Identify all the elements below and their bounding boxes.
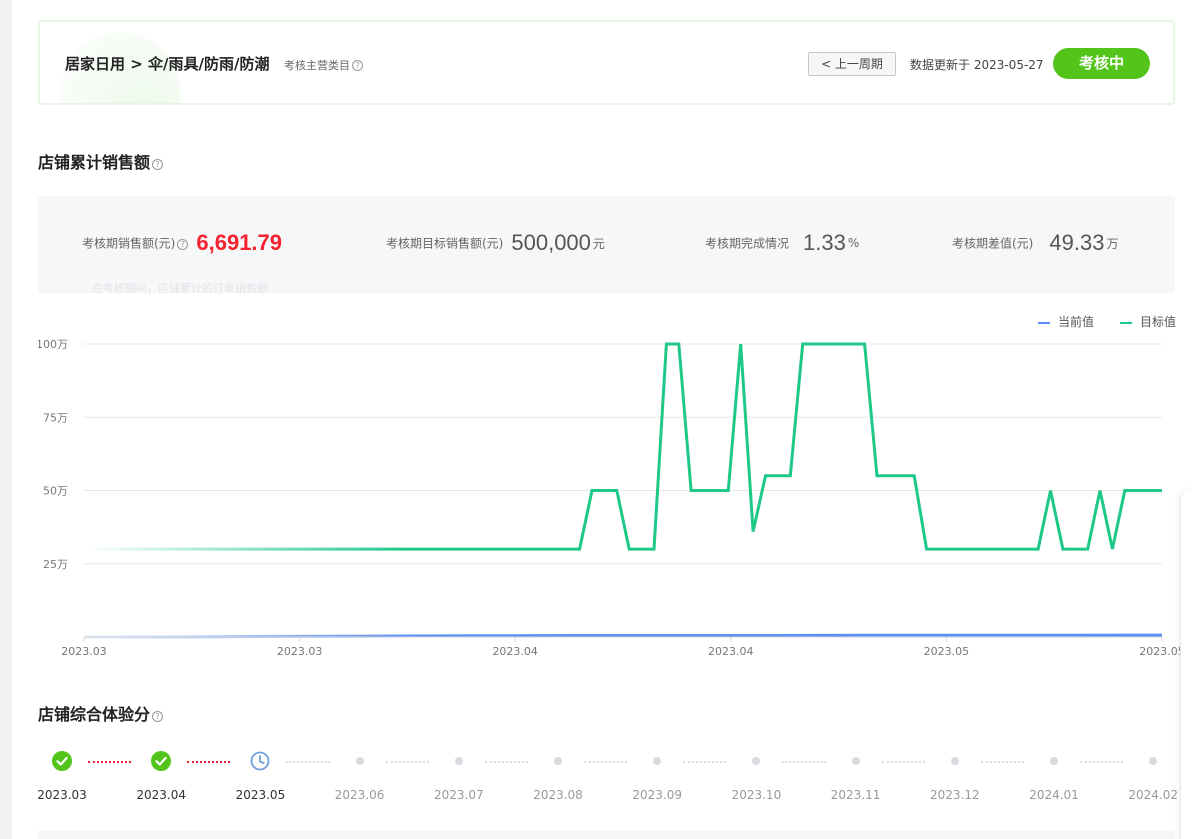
pending-dot-icon <box>950 757 959 765</box>
previous-period-button[interactable]: < 上一周期 <box>808 52 896 76</box>
sales-section-title: 店铺累计销售额? <box>38 149 164 173</box>
timeline-connector <box>980 761 1024 763</box>
pending-dot-icon <box>851 757 860 765</box>
x-tick-label: 2023.03 <box>61 645 107 658</box>
metric-value: 500,000 <box>511 230 591 255</box>
help-icon[interactable]: ? <box>152 159 164 170</box>
y-tick-label: 100万 <box>38 338 68 351</box>
x-tick-label: 2023.04 <box>708 645 754 658</box>
timeline-connector <box>584 761 628 763</box>
metric-gap: 考核期差值(元) 49.33 万 <box>952 230 1118 256</box>
timeline-connector <box>187 761 231 763</box>
metric-period-sales: 考核期销售额(元)? 6,691.79 <box>82 230 282 256</box>
timeline-connector <box>484 761 528 763</box>
y-tick-label: 25万 <box>43 558 68 571</box>
left-rail <box>0 0 12 839</box>
metric-label: 考核期目标销售额(元) <box>386 236 504 251</box>
timeline-month-label: 2023.11 <box>830 788 881 802</box>
data-updated-text: 数据更新于 2023-05-27 <box>910 58 1044 72</box>
pending-dot-icon <box>752 757 761 765</box>
metric-unit: 元 <box>592 236 605 251</box>
sales-note-tooltip: 在考核期间，店铺累计的订单销售额 <box>92 282 268 295</box>
timeline-month-label: 2023.08 <box>533 788 583 802</box>
metric-label: 考核期销售额(元) <box>82 236 176 251</box>
timeline-connector <box>683 761 727 763</box>
pending-dot-icon <box>554 757 562 765</box>
pending-dot-icon <box>653 757 662 765</box>
y-tick-label: 50万 <box>43 485 68 498</box>
timeline-connector <box>385 761 429 763</box>
timeline-connector <box>88 761 132 763</box>
timeline-connector <box>881 761 925 763</box>
pending-dot-icon <box>355 757 364 765</box>
series-target-line <box>84 342 1162 551</box>
check-circle-icon <box>52 751 72 771</box>
status-badge: 考核中 <box>1053 48 1150 79</box>
metric-completion: 考核期完成情况 1.33% <box>705 230 859 256</box>
timeline-month-label: 2023.09 <box>632 788 682 802</box>
pending-dot-icon <box>1050 757 1058 765</box>
monthly-timeline: 2023.03 2023.04 2023.05 2023.06 2023.07 2023.… <box>37 745 1188 815</box>
main-category-label: 考核主营类目? <box>284 57 363 73</box>
metric-unit: 万 <box>1106 236 1119 251</box>
category-breadcrumb: 居家日用 > 伞/雨具/防雨/防潮 <box>65 55 270 73</box>
help-icon[interactable]: ? <box>177 238 189 250</box>
experience-section-title: 店铺综合体验分? <box>38 701 164 725</box>
pending-dot-icon <box>1149 757 1158 765</box>
timeline-month-label: 2024.01 <box>1029 788 1079 802</box>
pending-dot-icon <box>454 757 463 765</box>
sales-metrics-panel: 考核期销售额(元)? 6,691.79 考核期目标销售额(元) 500,000 元 考… <box>38 196 1175 295</box>
timeline-month-label: 2023.07 <box>433 788 484 802</box>
timeline-connector <box>782 761 826 763</box>
next-panel-edge <box>38 831 1175 839</box>
x-tick-label: 2023.05 <box>924 645 970 658</box>
help-icon[interactable]: ? <box>352 60 363 71</box>
timeline-month-label: 2023.05 <box>235 788 286 802</box>
metric-unit: % <box>847 236 860 250</box>
sales-line-chart: 25万 50万 75万 100万 2023.03 2023.03 2023.04 2023.… <box>38 338 1185 658</box>
timeline-month-label: 2023.10 <box>731 788 782 802</box>
check-circle-icon <box>151 751 172 771</box>
sales-title-text: 店铺累计销售额 <box>38 153 151 172</box>
timeline-month-label: 2023.12 <box>929 788 980 802</box>
metric-target-sales: 考核期目标销售额(元) 500,000 元 <box>386 230 605 256</box>
main-category-text: 考核主营类目 <box>284 59 350 72</box>
timeline-month-label: 2023.04 <box>136 788 186 802</box>
experience-title-text: 店铺综合体验分 <box>38 705 151 724</box>
y-tick-label: 75万 <box>43 411 68 424</box>
metric-value: 1.33 <box>803 230 846 255</box>
x-tick-label: 2023.03 <box>277 645 323 658</box>
category-header-card: 居家日用 > 伞/雨具/防雨/防潮 考核主营类目? < 上一周期 数据更新于 2… <box>38 20 1175 105</box>
timeline-month-label: 2023.03 <box>37 788 87 802</box>
metric-label: 考核期差值(元) <box>952 236 1034 251</box>
side-drawer-edge[interactable] <box>1180 490 1192 839</box>
x-tick-label: 2023.04 <box>492 645 538 658</box>
clock-icon <box>250 751 270 771</box>
help-icon[interactable]: ? <box>152 711 164 722</box>
x-tick-label: 2023.05 <box>1139 645 1185 658</box>
timeline-connector <box>1080 761 1124 763</box>
metric-value: 6,691.79 <box>196 230 283 255</box>
metric-value: 49.33 <box>1049 230 1105 255</box>
timeline-month-label: 2023.06 <box>334 788 385 802</box>
metric-label: 考核期完成情况 <box>705 236 790 251</box>
timeline-connector <box>286 761 330 763</box>
